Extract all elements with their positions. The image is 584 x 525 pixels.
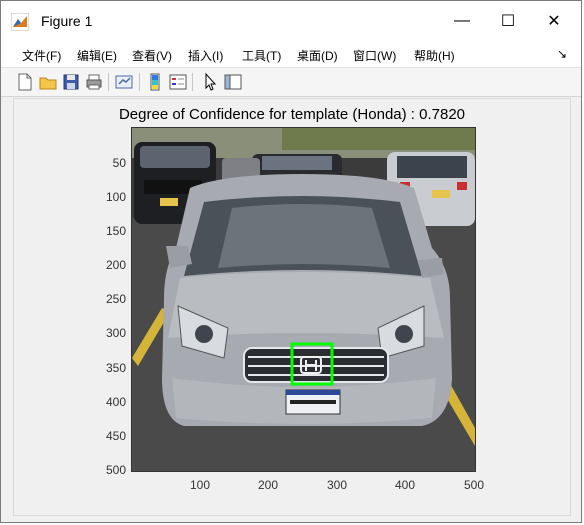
menu-file[interactable]: 文件(F) — [22, 47, 61, 64]
close-button[interactable]: ✕ — [531, 1, 577, 41]
open-file-icon[interactable] — [38, 72, 58, 92]
insert-colorbar-icon[interactable] — [145, 72, 165, 92]
y-tick-label: 450 — [105, 429, 126, 443]
y-tick-label: 300 — [105, 326, 126, 340]
y-tick-label: 200 — [105, 258, 126, 272]
y-tick-label: 500 — [105, 463, 126, 477]
menu-insert[interactable]: 插入(I) — [188, 47, 223, 64]
print-icon[interactable] — [84, 72, 104, 92]
menu-window[interactable]: 窗口(W) — [353, 47, 396, 64]
menu-edit[interactable]: 编辑(E) — [77, 47, 117, 64]
toolbar-separator — [139, 73, 140, 91]
plot-title: Degree of Confidence for template (Honda… — [118, 106, 466, 123]
car-photo — [132, 128, 475, 471]
toolbar — [1, 68, 581, 97]
x-tick-label: 200 — [257, 478, 279, 492]
title-bar: Figure 1 — ☐ ✕ — [1, 1, 581, 41]
toolbar-separator — [192, 73, 193, 91]
insert-legend-icon[interactable] — [168, 72, 188, 92]
y-tick-label: 400 — [105, 395, 126, 409]
window-title: Figure 1 — [41, 13, 93, 29]
x-tick-label: 100 — [189, 478, 211, 492]
menu-help[interactable]: 帮助(H) — [414, 47, 455, 64]
link-plot-icon[interactable] — [114, 72, 134, 92]
y-tick-label: 100 — [105, 190, 126, 204]
maximize-icon: ☐ — [500, 13, 516, 30]
toolbar-separator — [108, 73, 109, 91]
minimize-button[interactable]: — — [439, 1, 485, 41]
x-tick-label: 400 — [394, 478, 416, 492]
menu-tools[interactable]: 工具(T) — [242, 47, 281, 64]
edit-plot-icon[interactable] — [200, 72, 220, 92]
dock-arrow-icon[interactable]: ↘ — [557, 47, 567, 61]
matlab-app-icon — [11, 13, 29, 31]
close-icon: ✕ — [547, 13, 561, 30]
save-icon[interactable] — [61, 72, 81, 92]
image-axes[interactable] — [131, 127, 476, 472]
y-tick-label: 350 — [105, 361, 126, 375]
y-tick-label: 150 — [105, 224, 126, 238]
y-tick-label: 250 — [105, 292, 126, 306]
y-tick-label: 50 — [112, 156, 126, 170]
x-tick-label: 300 — [326, 478, 348, 492]
property-inspector-icon[interactable] — [223, 72, 243, 92]
new-figure-icon[interactable] — [15, 72, 35, 92]
menu-view[interactable]: 查看(V) — [132, 47, 172, 64]
maximize-button[interactable]: ☐ — [485, 1, 531, 41]
menu-desktop[interactable]: 桌面(D) — [297, 47, 338, 64]
menu-bar: 文件(F) 编辑(E) 查看(V) 插入(I) 工具(T) 桌面(D) 窗口(W… — [1, 41, 581, 68]
x-tick-label: 500 — [463, 478, 485, 492]
minimize-icon: — — [454, 12, 470, 29]
